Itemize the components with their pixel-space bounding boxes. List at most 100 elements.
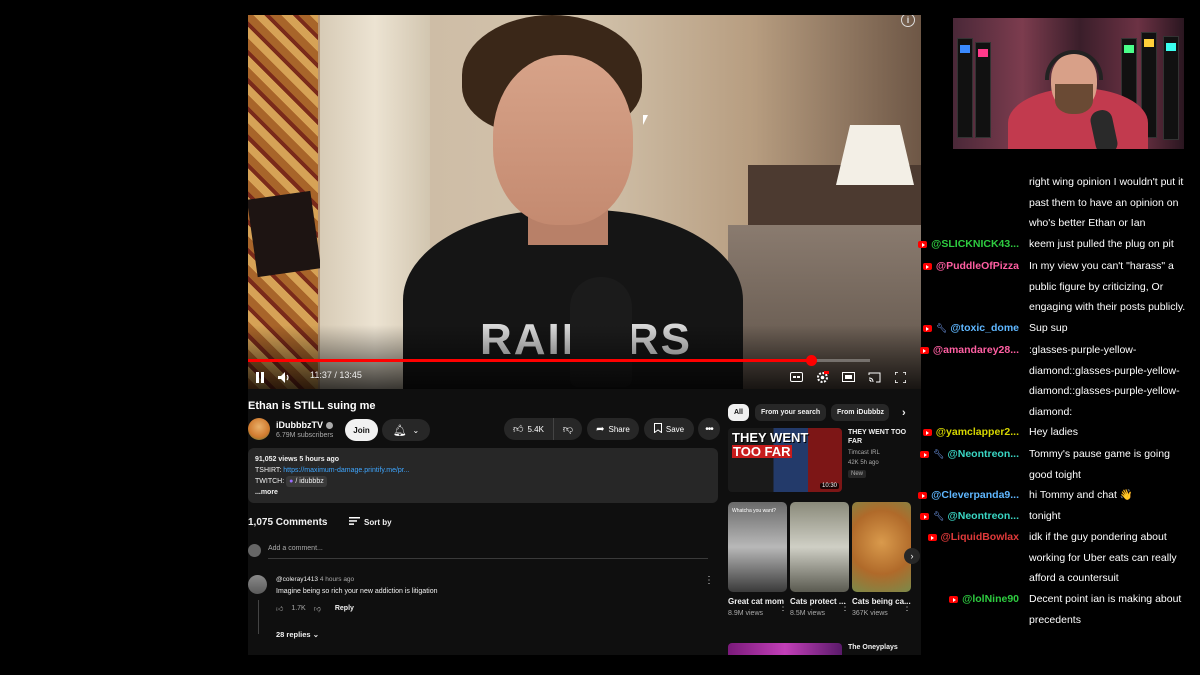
- subscribed-bell-button[interactable]: 🔔︎ ⌄: [382, 419, 430, 441]
- chat-message: @amandarey28...:glasses-purple-yellow-di…: [919, 340, 1192, 422]
- video-title: Ethan is STILL suing me: [248, 400, 376, 412]
- settings-gear-icon[interactable]: [814, 367, 830, 387]
- recommended-video[interactable]: THEY WENT TOO FAR 10:30 THEY WENT TOO FA…: [728, 428, 921, 498]
- fullscreen-icon[interactable]: [892, 367, 908, 387]
- progress-bar[interactable]: [248, 355, 870, 366]
- short-item[interactable]: Cats being ca... 367K views: [852, 502, 911, 617]
- join-button[interactable]: Join: [345, 419, 378, 441]
- short-thumbnail[interactable]: Whatcha you want?: [728, 502, 787, 592]
- add-comment-input[interactable]: Add a comment...: [268, 545, 323, 552]
- time-display: 11:37 / 13:45: [310, 370, 362, 380]
- video-poster: [248, 190, 322, 278]
- comment-like-icon[interactable]: 👍︎: [276, 604, 283, 613]
- arcade-cabinet: [957, 38, 973, 138]
- chat-text: right wing opinion I wouldn't put it pas…: [1029, 176, 1184, 229]
- short-item[interactable]: Cats protect ... 8.5M views: [790, 502, 849, 617]
- chat-message: right wing opinion I wouldn't put it pas…: [1029, 172, 1192, 234]
- recommended-title[interactable]: The Oneyplays: [848, 644, 898, 651]
- comment-username[interactable]: @coleray1413: [276, 576, 318, 583]
- show-more-link[interactable]: ...more: [255, 487, 711, 498]
- short-more-icon[interactable]: ⋮: [840, 602, 850, 613]
- recommended-channel[interactable]: Timcast IRL: [848, 450, 880, 456]
- chat-message-author: @yamclapper2...: [922, 422, 1029, 443]
- captions-icon[interactable]: [788, 367, 804, 387]
- comments-count: 1,075 Comments: [248, 517, 328, 528]
- comment-more-icon[interactable]: ⋮: [704, 575, 714, 586]
- chat-message: 🔧︎ @toxic_dome Sup sup: [922, 318, 1192, 339]
- chat-message: @Cleverpanda9... hi Tommy and chat 👋: [918, 485, 1192, 506]
- chat-text: Hey ladies: [1029, 426, 1079, 438]
- sort-by-button[interactable]: Sort by: [349, 517, 392, 527]
- recommended-meta: 42K 5h ago: [848, 460, 879, 466]
- like-button[interactable]: 👍︎ 5.4K: [504, 418, 554, 440]
- chat-username: @PuddleOfPizza: [935, 260, 1019, 272]
- chat-message: @SLICKNICK43... keem just pulled the plug…: [918, 234, 1192, 255]
- twitch-handle: / idubbbz: [295, 478, 324, 485]
- short-thumbnail[interactable]: [790, 502, 849, 592]
- chat-message: @LiquidBowlax idk if the guy pondering ab…: [927, 527, 1193, 589]
- tshirt-line: TSHIRT: https://maximum-damage.printify.…: [255, 465, 711, 476]
- chat-text: Decent point ian is making about precede…: [1029, 593, 1182, 626]
- short-item[interactable]: Whatcha you want? Great cat mom 8.9M vie…: [728, 502, 787, 617]
- short-more-icon[interactable]: ⋮: [902, 602, 912, 613]
- comment-text: Imagine being so rich your new addiction…: [276, 588, 438, 595]
- chat-message-author: 🔧︎ @toxic_dome: [922, 318, 1029, 339]
- replies-count: 28 replies: [276, 630, 311, 639]
- chat-message: @lolNine90 Decent point ian is making abo…: [949, 589, 1192, 630]
- chat-message-author: @amandarey28...: [919, 340, 1029, 422]
- recommended-video[interactable]: The Oneyplays: [728, 643, 921, 655]
- tshirt-link[interactable]: https://maximum-damage.printify.me/pr...: [283, 467, 409, 474]
- pause-icon[interactable]: [252, 367, 268, 387]
- chip-from-idubbbz[interactable]: From iDubbbz: [831, 404, 889, 421]
- view-replies-button[interactable]: 28 replies ⌄: [276, 630, 319, 639]
- video-player[interactable]: RAIDERS i: [248, 15, 921, 389]
- recommended-title[interactable]: THEY WENT TOO FAR: [848, 428, 918, 446]
- chat-username: @Cleverpanda9...: [931, 489, 1019, 501]
- save-label: Save: [665, 424, 685, 434]
- chevron-right-icon[interactable]: ›: [904, 548, 920, 564]
- tshirt-label: TSHIRT:: [255, 467, 282, 474]
- thumbnail-text-line1: THEY WENT: [732, 430, 809, 445]
- description-box[interactable]: 91,052 views 5 hours ago TSHIRT: https:/…: [248, 448, 718, 503]
- youtube-icon: [920, 451, 930, 458]
- cast-icon[interactable]: [866, 367, 882, 387]
- chat-message: 🔧︎ @Neontreon... tonight: [920, 506, 1192, 527]
- chat-message-author: @LiquidBowlax: [927, 527, 1030, 589]
- twitch-line: TWITCH: ● / idubbbz: [255, 476, 711, 487]
- bookmark-icon: [653, 423, 662, 435]
- share-button[interactable]: ➦ Share: [587, 418, 639, 440]
- recommended-thumbnail[interactable]: THEY WENT TOO FAR 10:30: [728, 428, 842, 492]
- reply-button[interactable]: Reply: [335, 605, 354, 612]
- chat-message: @yamclapper2... Hey ladies: [922, 422, 1192, 443]
- chat-username: @yamclapper2...: [935, 426, 1019, 438]
- miniplayer-icon[interactable]: [840, 367, 856, 387]
- save-button[interactable]: Save: [644, 418, 694, 440]
- comment-dislike-icon[interactable]: 👎︎: [314, 604, 321, 613]
- chat-username: @amandarey28...: [932, 344, 1019, 356]
- recommended-thumbnail[interactable]: [728, 643, 842, 655]
- short-overlay-text: Whatcha you want?: [732, 508, 776, 514]
- chat-text: idk if the guy pondering about working f…: [1029, 531, 1177, 584]
- more-actions-button[interactable]: •••: [698, 418, 720, 440]
- youtube-icon: [920, 513, 930, 520]
- arcade-cabinet: [1163, 36, 1179, 140]
- chat-text: In my view you can't "harass" a public f…: [1029, 260, 1186, 313]
- channel-name-link[interactable]: iDubbbzTV: [276, 420, 333, 430]
- channel-avatar[interactable]: [248, 418, 270, 440]
- short-thumbnail[interactable]: [852, 502, 911, 592]
- thumbnail-text-line2: TOO FAR: [732, 444, 792, 459]
- chat-message-author: @Cleverpanda9...: [918, 485, 1029, 506]
- like-dislike-group: 👍︎ 5.4K 👎︎: [504, 418, 582, 440]
- chevron-right-icon[interactable]: ›: [896, 404, 912, 421]
- short-more-icon[interactable]: ⋮: [778, 602, 788, 613]
- chip-all[interactable]: All: [728, 404, 749, 421]
- volume-icon[interactable]: [276, 367, 292, 387]
- dislike-button[interactable]: 👎︎: [554, 423, 582, 435]
- twitch-icon: ●: [289, 478, 294, 485]
- twitch-link[interactable]: ● / idubbbz: [286, 476, 327, 487]
- sort-icon: [349, 517, 360, 527]
- chip-from-your-search[interactable]: From your search: [755, 404, 827, 421]
- comment-avatar[interactable]: [248, 575, 267, 594]
- comment-header: @coleray1413 4 hours ago: [276, 576, 354, 583]
- youtube-icon: [919, 347, 929, 354]
